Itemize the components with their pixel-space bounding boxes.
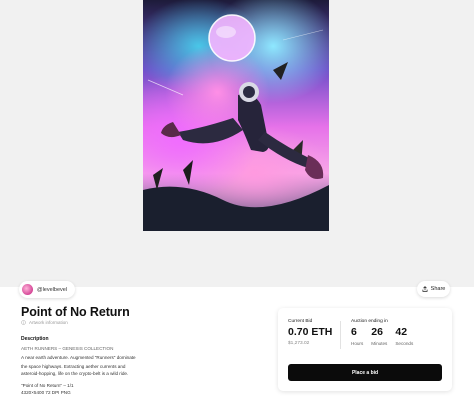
file-dimensions: 4320×5400 72 DPI PNG <box>21 390 71 395</box>
card-divider <box>340 321 341 349</box>
place-bid-button[interactable]: Place a bid <box>288 364 442 381</box>
share-label: Share <box>430 286 446 292</box>
description-line: asteroid-hopping, life on the crypto-bel… <box>21 371 129 376</box>
artwork-title: Point of No Return <box>21 305 130 319</box>
timer-hours: 6 Hours <box>351 326 363 346</box>
timer-seconds: 42 Seconds <box>395 326 413 346</box>
description-heading: Description <box>21 336 49 342</box>
auction-ending-label: Auction ending in <box>351 319 388 324</box>
artwork-info-label: Artwork information <box>29 320 68 325</box>
seconds-label: Seconds <box>395 341 414 346</box>
minutes-label: Minutes <box>371 341 388 346</box>
artwork-illustration <box>143 14 329 231</box>
artwork-stage <box>0 0 474 287</box>
current-bid-usd: $1,273.02 <box>288 341 310 346</box>
hours-label: Hours <box>351 341 364 346</box>
info-icon <box>21 320 26 325</box>
description-line: A near earth adventure. Augmented "Runne… <box>21 355 136 360</box>
creator-handle: @levelbevel <box>37 286 68 293</box>
artwork-image[interactable] <box>143 0 329 231</box>
avatar <box>22 284 33 295</box>
description-line: the space highways. Extracting aether cu… <box>21 364 126 369</box>
current-bid-label: Current Bid <box>288 319 313 324</box>
minutes-value: 26 <box>371 326 383 338</box>
current-bid-value: 0.70 ETH <box>288 326 333 338</box>
hours-value: 6 <box>351 326 357 338</box>
edition-info: "Point of No Return" – 1/1 <box>21 383 74 388</box>
share-icon <box>422 286 428 292</box>
share-button[interactable]: Share <box>417 281 450 297</box>
timer-minutes: 26 Minutes <box>371 326 387 346</box>
creator-chip[interactable]: @levelbevel <box>19 281 76 298</box>
auction-timer: Auction ending in 6 Hours 26 Minutes 42 … <box>351 319 413 346</box>
seconds-value: 42 <box>395 326 408 338</box>
auction-card: Current Bid 0.70 ETH $1,273.02 Auction e… <box>278 308 452 391</box>
collection-name: AETH RUNNERS – GENESIS COLLECTION <box>21 346 114 351</box>
artwork-info-link[interactable]: Artwork information <box>21 320 68 325</box>
current-bid: Current Bid 0.70 ETH $1,273.02 <box>288 319 332 346</box>
